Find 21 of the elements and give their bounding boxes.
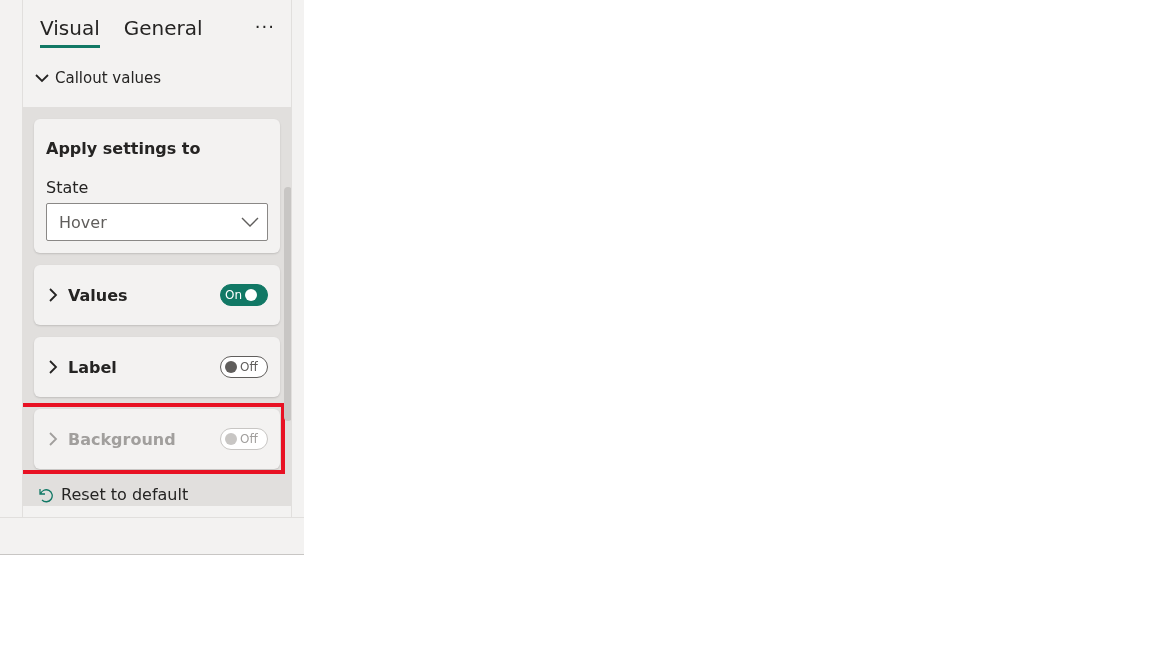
field-label: State bbox=[46, 178, 90, 197]
scrollbar-thumb[interactable] bbox=[284, 187, 291, 421]
card-label: Values bbox=[68, 285, 128, 305]
undo-icon bbox=[37, 486, 53, 503]
card-title: Apply settings to bbox=[46, 139, 202, 158]
card-label: Background bbox=[68, 429, 176, 449]
chevron-icon bbox=[46, 288, 60, 302]
setting-card[interactable]: Values On bbox=[34, 265, 280, 325]
chevron-icon bbox=[46, 432, 60, 446]
pane-tab[interactable]: General bbox=[123, 16, 203, 48]
pane-tab[interactable]: Visual bbox=[40, 16, 100, 48]
chevron-icon bbox=[241, 217, 259, 227]
more-options-button[interactable]: ··· bbox=[254, 16, 275, 37]
reset-link[interactable]: Reset to default bbox=[34, 485, 280, 504]
state-dropdown[interactable]: Hover bbox=[46, 203, 268, 241]
toggle-switch[interactable]: Off bbox=[220, 356, 268, 378]
setting-card[interactable]: Label Off bbox=[34, 337, 280, 397]
section-header[interactable]: Callout values bbox=[23, 60, 291, 107]
card-label: Label bbox=[68, 357, 117, 377]
toggle-switch[interactable]: On bbox=[220, 284, 268, 306]
chevron-icon bbox=[46, 360, 60, 374]
